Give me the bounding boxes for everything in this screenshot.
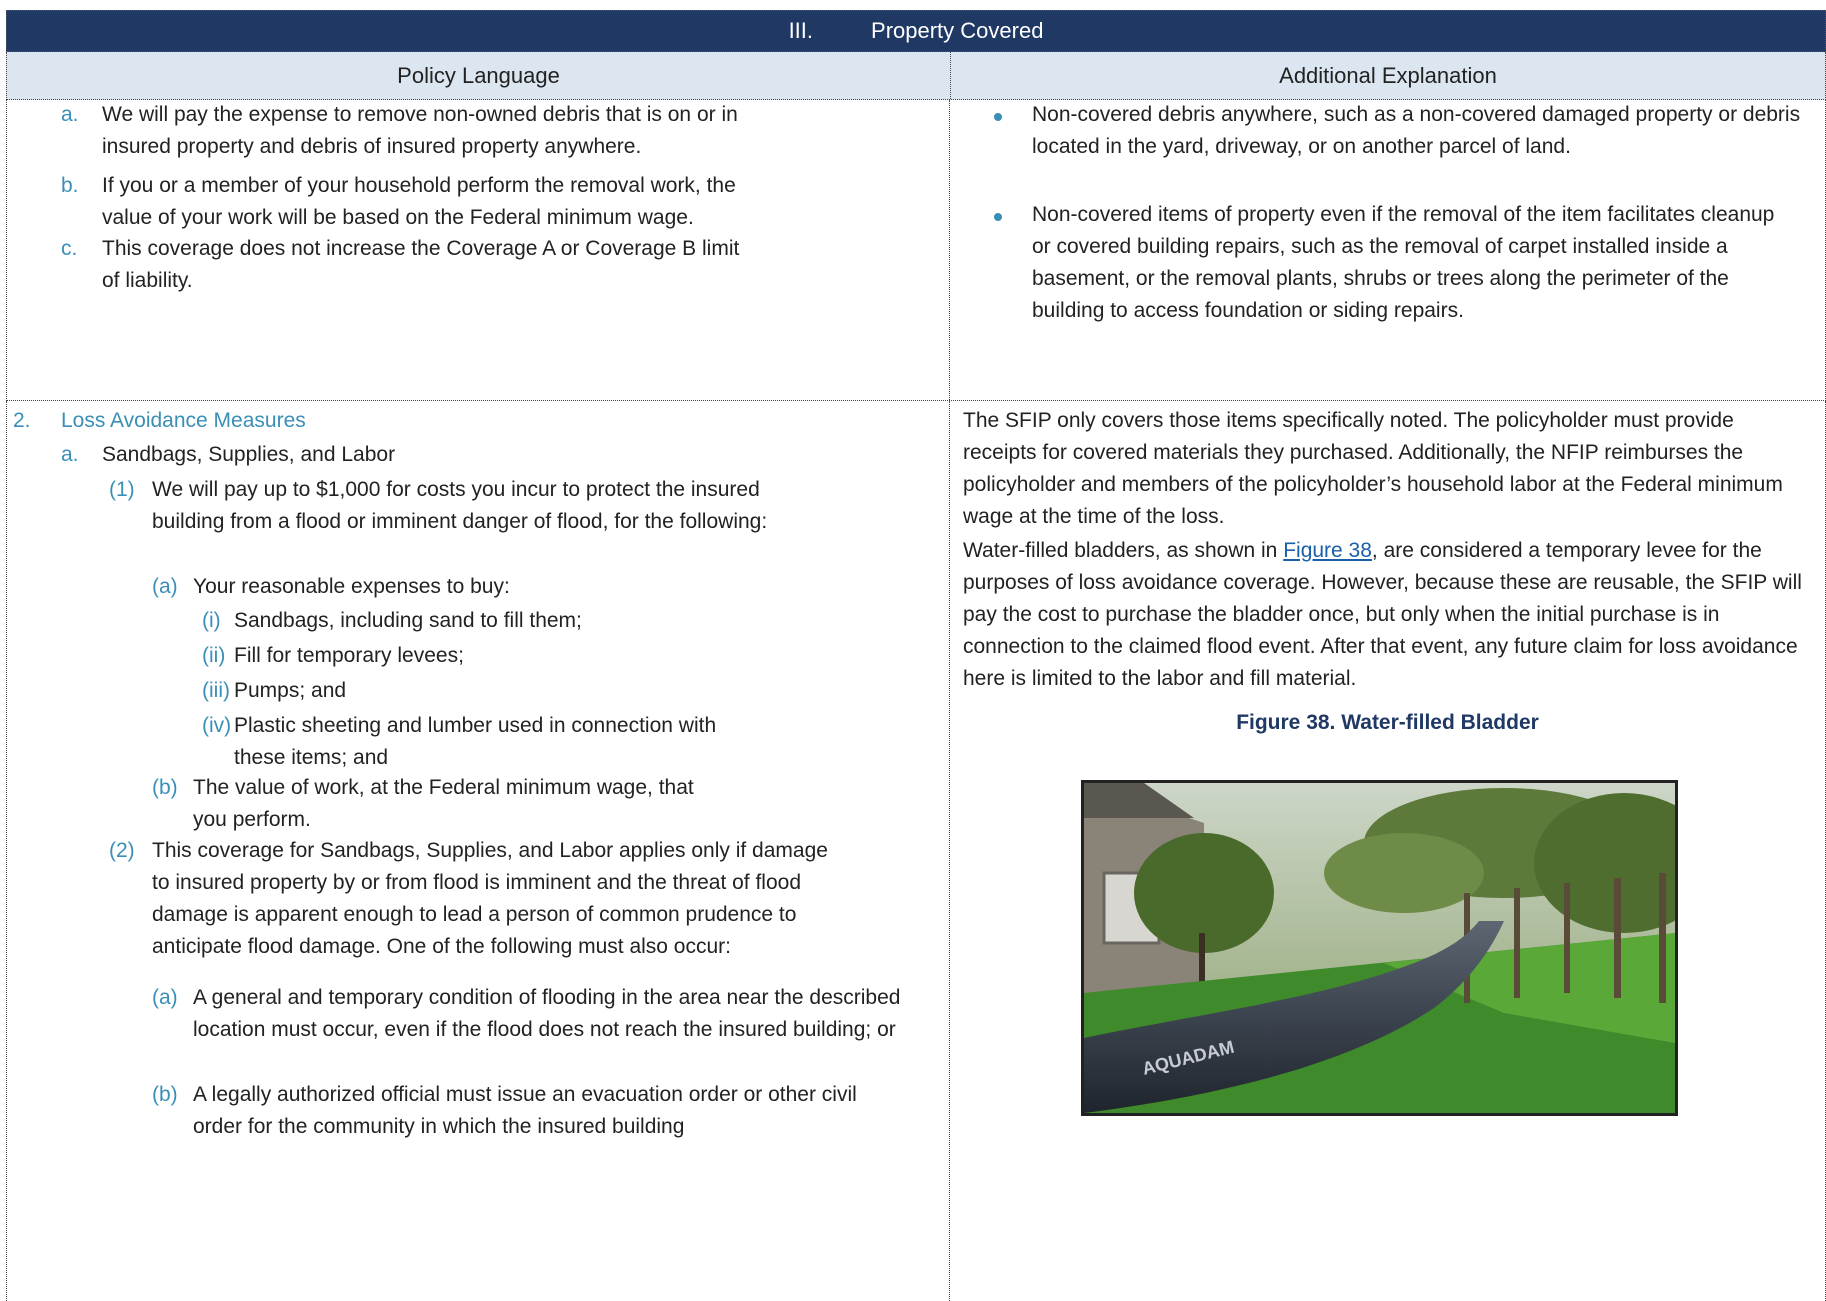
list-item-text: The value of work, at the Federal minimu… [193,776,694,831]
column-header-row: Policy Language Additional Explanation [6,52,1826,100]
list-marker: (iii) [202,679,230,702]
list-marker: a. [61,443,79,466]
list-item-text: Pumps; and [234,679,347,702]
list-item-text: This coverage does not increase the Cove… [102,237,740,292]
bullet-text: Non-covered items of property even if th… [1032,203,1775,322]
section-title: Property Covered [871,18,1044,43]
list-marker: b. [61,174,79,197]
list-marker: (b) [152,776,178,799]
list-item: c. This coverage does not increase the C… [61,233,781,297]
list-marker: c. [61,237,78,260]
list-item-text: We will pay up to $1,000 for costs you i… [152,478,768,533]
list-item-text: Fill for temporary levees; [234,644,464,667]
list-marker: (ii) [202,644,226,667]
water-filled-bladder-image: AQUADAM [1084,783,1675,1113]
column-header-policy-language: Policy Language [7,52,951,99]
bullet-icon [994,113,1002,121]
list-item: b. If you or a member of your household … [61,170,781,234]
list-item: a. We will pay the expense to remove non… [61,99,761,163]
list-item-text: A general and temporary condition of flo… [193,986,901,1041]
column-header-additional-explanation: Additional Explanation [1279,62,1497,88]
policy-language-cell: a. We will pay the expense to remove non… [7,100,950,400]
list-marker: (iv) [202,714,232,737]
list-marker: a. [61,103,79,126]
section-title-bar: III. Property Covered [6,10,1826,52]
list-item-text: A legally authorized official must issue… [193,1083,857,1138]
explanation-paragraph: Water-filled bladders, as shown in Figur… [963,535,1813,695]
table-row: a. We will pay the expense to remove non… [6,100,1826,401]
list-marker: (1) [109,478,135,501]
bullet-icon [994,213,1002,221]
policy-language-cell: 2. Loss Avoidance Measures a. Sandbags, … [7,401,950,1301]
figure-title: Figure 38. Water-filled Bladder [1236,711,1539,734]
list-item-text: Sandbags, Supplies, and Labor [102,443,396,466]
list-item-text: We will pay the expense to remove non-ow… [102,103,738,158]
list-item-text: Sandbags, including sand to fill them; [234,609,582,632]
additional-explanation-cell: Non-covered debris anywhere, such as a n… [950,100,1825,400]
section-number: III. [788,18,814,43]
list-marker: (2) [109,839,135,862]
water-filled-bladder-photo: AQUADAM [1081,780,1678,1116]
bullet-text: Non-covered debris anywhere, such as a n… [1032,103,1801,158]
subsection-heading: Loss Avoidance Measures [61,409,306,432]
list-item-text: This coverage for Sandbags, Supplies, an… [152,839,828,958]
list-item-text: Your reasonable expenses to buy: [193,575,510,598]
list-marker: 2. [13,409,31,432]
list-marker: (i) [202,609,221,632]
paragraph-text: Water-filled bladders, as shown in [963,539,1284,562]
explanation-paragraph: The SFIP only covers those items specifi… [963,409,1783,528]
list-marker: (a) [152,575,178,598]
list-item-text: If you or a member of your household per… [102,174,736,229]
figure-38-link[interactable]: Figure 38 [1283,539,1372,562]
list-marker: (a) [152,986,178,1009]
list-marker: (b) [152,1083,178,1106]
list-item-text: Plastic sheeting and lumber used in conn… [234,714,717,769]
